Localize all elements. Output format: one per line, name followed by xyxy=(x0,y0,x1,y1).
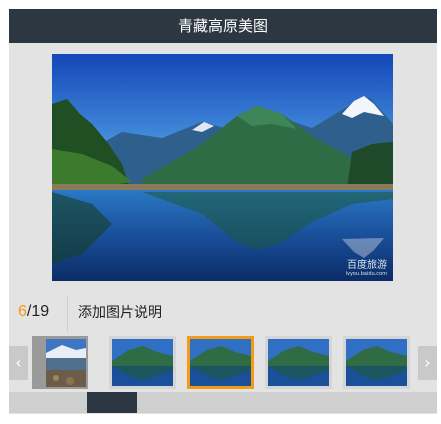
thumbnail-strip: ‹ › xyxy=(9,336,437,392)
photo-counter: 6/19 xyxy=(18,300,49,324)
total-count: 19 xyxy=(31,303,50,320)
chevron-right-icon: › xyxy=(424,353,431,372)
photo-watermark: 百度旅游 lvyou.baidu.com xyxy=(345,260,387,277)
thumbnail-3[interactable] xyxy=(187,336,254,389)
thumbnail-image xyxy=(265,336,332,389)
thumbnail-image xyxy=(109,336,176,389)
thumbnail-4[interactable] xyxy=(265,336,332,389)
divider xyxy=(67,296,68,332)
thumbnail-2[interactable] xyxy=(109,336,176,389)
scrollbar-thumb[interactable] xyxy=(87,392,137,413)
thumbnail-1[interactable] xyxy=(32,336,88,389)
caption-row: 6/19 添加图片说明 xyxy=(9,296,437,332)
thumbnail-image xyxy=(343,336,410,389)
thumbnail-image xyxy=(190,339,251,386)
thumbnail-image xyxy=(32,336,88,389)
gallery-title: 青藏高原美图 xyxy=(9,9,437,43)
add-caption-link[interactable]: 添加图片说明 xyxy=(78,303,162,323)
current-index: 6 xyxy=(18,303,27,320)
thumbnail-scrollbar[interactable] xyxy=(9,392,437,413)
chevron-left-icon: ‹ xyxy=(15,353,22,372)
landscape-image xyxy=(52,54,393,281)
thumbnail-5[interactable] xyxy=(343,336,410,389)
next-button[interactable]: › xyxy=(418,346,437,380)
prev-button[interactable]: ‹ xyxy=(9,346,28,380)
main-photo[interactable]: 百度旅游 lvyou.baidu.com xyxy=(52,54,393,281)
gallery-panel: 青藏高原美图 百度旅游 lvyou.baidu.com 6/19 添加图片说明 … xyxy=(9,9,437,414)
